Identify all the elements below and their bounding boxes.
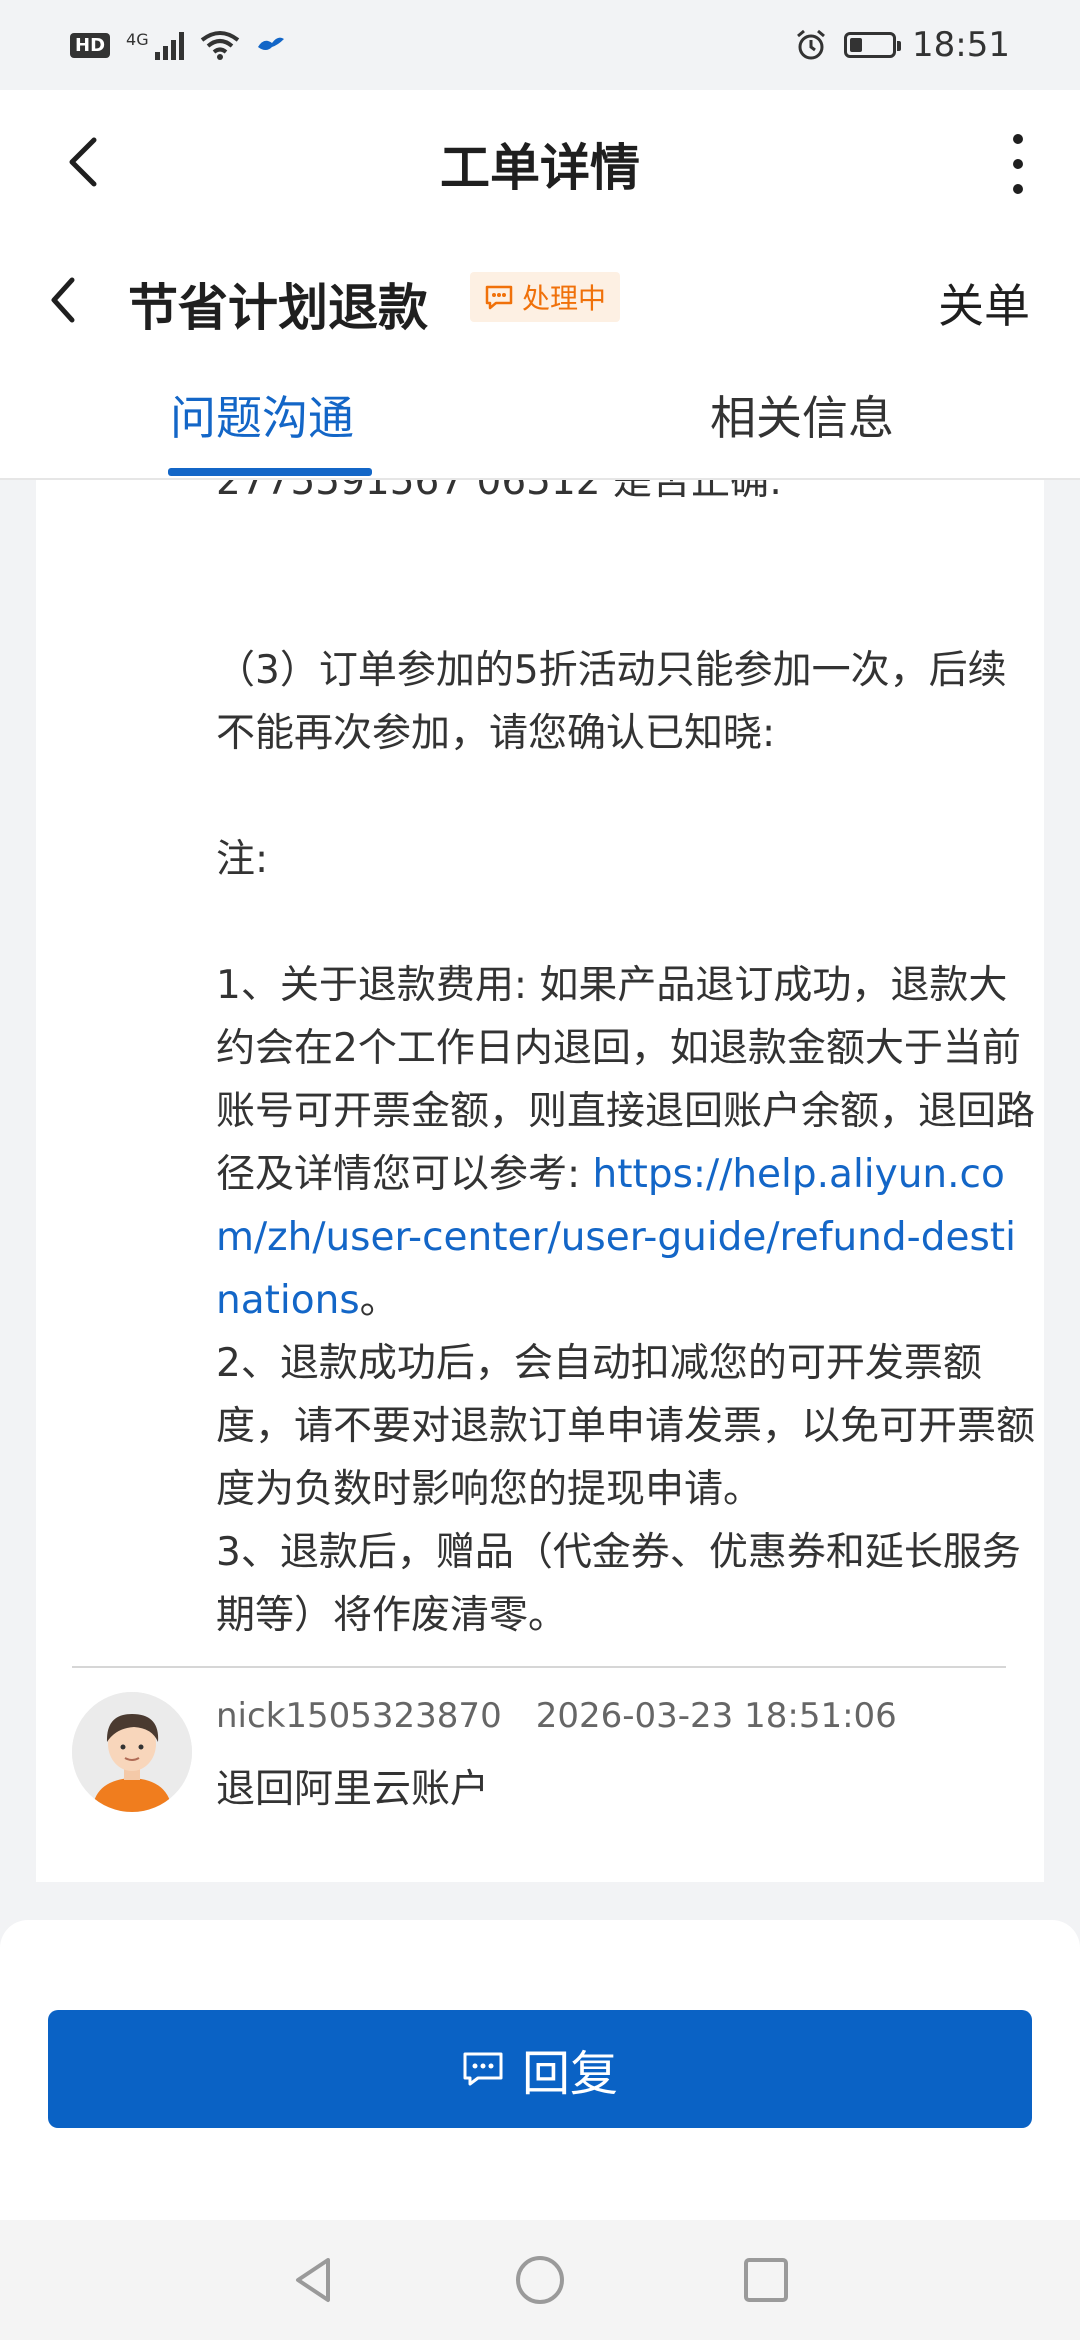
status-bar: HD 4G 18:51 — [0, 0, 1080, 90]
conversation-panel[interactable]: 2775591567 06512 是否正确: （3）订单参加的5折活动只能参加一… — [36, 480, 1044, 1882]
ticket-title: 节省计划退款 — [128, 279, 428, 337]
tab-bar: 问题沟通 相关信息 — [0, 358, 1080, 480]
avatar-icon — [72, 1692, 192, 1812]
active-tab-indicator — [168, 468, 372, 476]
close-ticket-button[interactable]: 关单 — [938, 270, 1030, 336]
alarm-icon — [797, 29, 825, 60]
battery-level — [850, 38, 863, 52]
nav-recents-icon[interactable] — [738, 2252, 794, 2308]
status-time: 18:51 — [912, 25, 1010, 65]
message-body: 2775591567 06512 是否正确: （3）订单参加的5折活动只能参加一… — [216, 480, 1036, 1647]
status-badge-label: 处理中 — [522, 282, 607, 315]
network-type: 4G — [126, 30, 149, 49]
ticket-header: 节省计划退款 处理中 关单 — [0, 238, 1080, 358]
timestamp: 2026-03-23 18:51:06 — [535, 1696, 897, 1736]
reply-meta: nick1505323870 2026-03-23 18:51:06 — [216, 1696, 897, 1736]
status-left: HD 4G — [70, 30, 286, 60]
message-partial-line: 2775591567 06512 是否正确: — [216, 480, 783, 504]
message-text-before-link: （3）订单参加的5折活动只能参加一次，后续不能再次参加，请您确认已知晓: 注: … — [216, 648, 1036, 1197]
back-icon[interactable] — [60, 132, 110, 192]
bottom-action-area: 回复 — [0, 1920, 1080, 2220]
page-title: 工单详情 — [440, 139, 640, 197]
message-icon — [463, 2052, 503, 2086]
reply-message: 退回阿里云账户 — [216, 1767, 490, 1812]
tab-communication[interactable]: 问题沟通 — [170, 382, 354, 448]
message-divider — [72, 1666, 1006, 1668]
nav-home-icon[interactable] — [512, 2252, 568, 2308]
collapse-back-icon[interactable] — [44, 274, 84, 326]
tab-related-info[interactable]: 相关信息 — [710, 382, 894, 448]
app-notification-icon — [257, 37, 284, 50]
reply-button-label: 回复 — [521, 2046, 618, 2102]
system-nav-bar — [0, 2220, 1080, 2340]
app-bar: 工单详情 — [0, 90, 1080, 238]
chat-bubble-icon — [485, 285, 513, 310]
reply-button[interactable]: 回复 — [48, 2010, 1032, 2128]
hd-badge: HD — [70, 32, 111, 58]
more-options-icon[interactable] — [1006, 134, 1030, 194]
status-right: 18:51 — [794, 25, 1010, 65]
status-badge: 处理中 — [470, 272, 621, 322]
message-text-after-link: 。 2、退款成功后，会自动扣减您的可开发票额度，请不要对退款订单申请发票，以免可… — [216, 1278, 1036, 1638]
nav-back-icon[interactable] — [286, 2252, 342, 2308]
username: nick1505323870 — [216, 1696, 502, 1736]
avatar — [72, 1692, 192, 1812]
wifi-icon — [200, 31, 239, 60]
signal-icon — [154, 30, 184, 60]
battery-icon — [844, 32, 902, 58]
